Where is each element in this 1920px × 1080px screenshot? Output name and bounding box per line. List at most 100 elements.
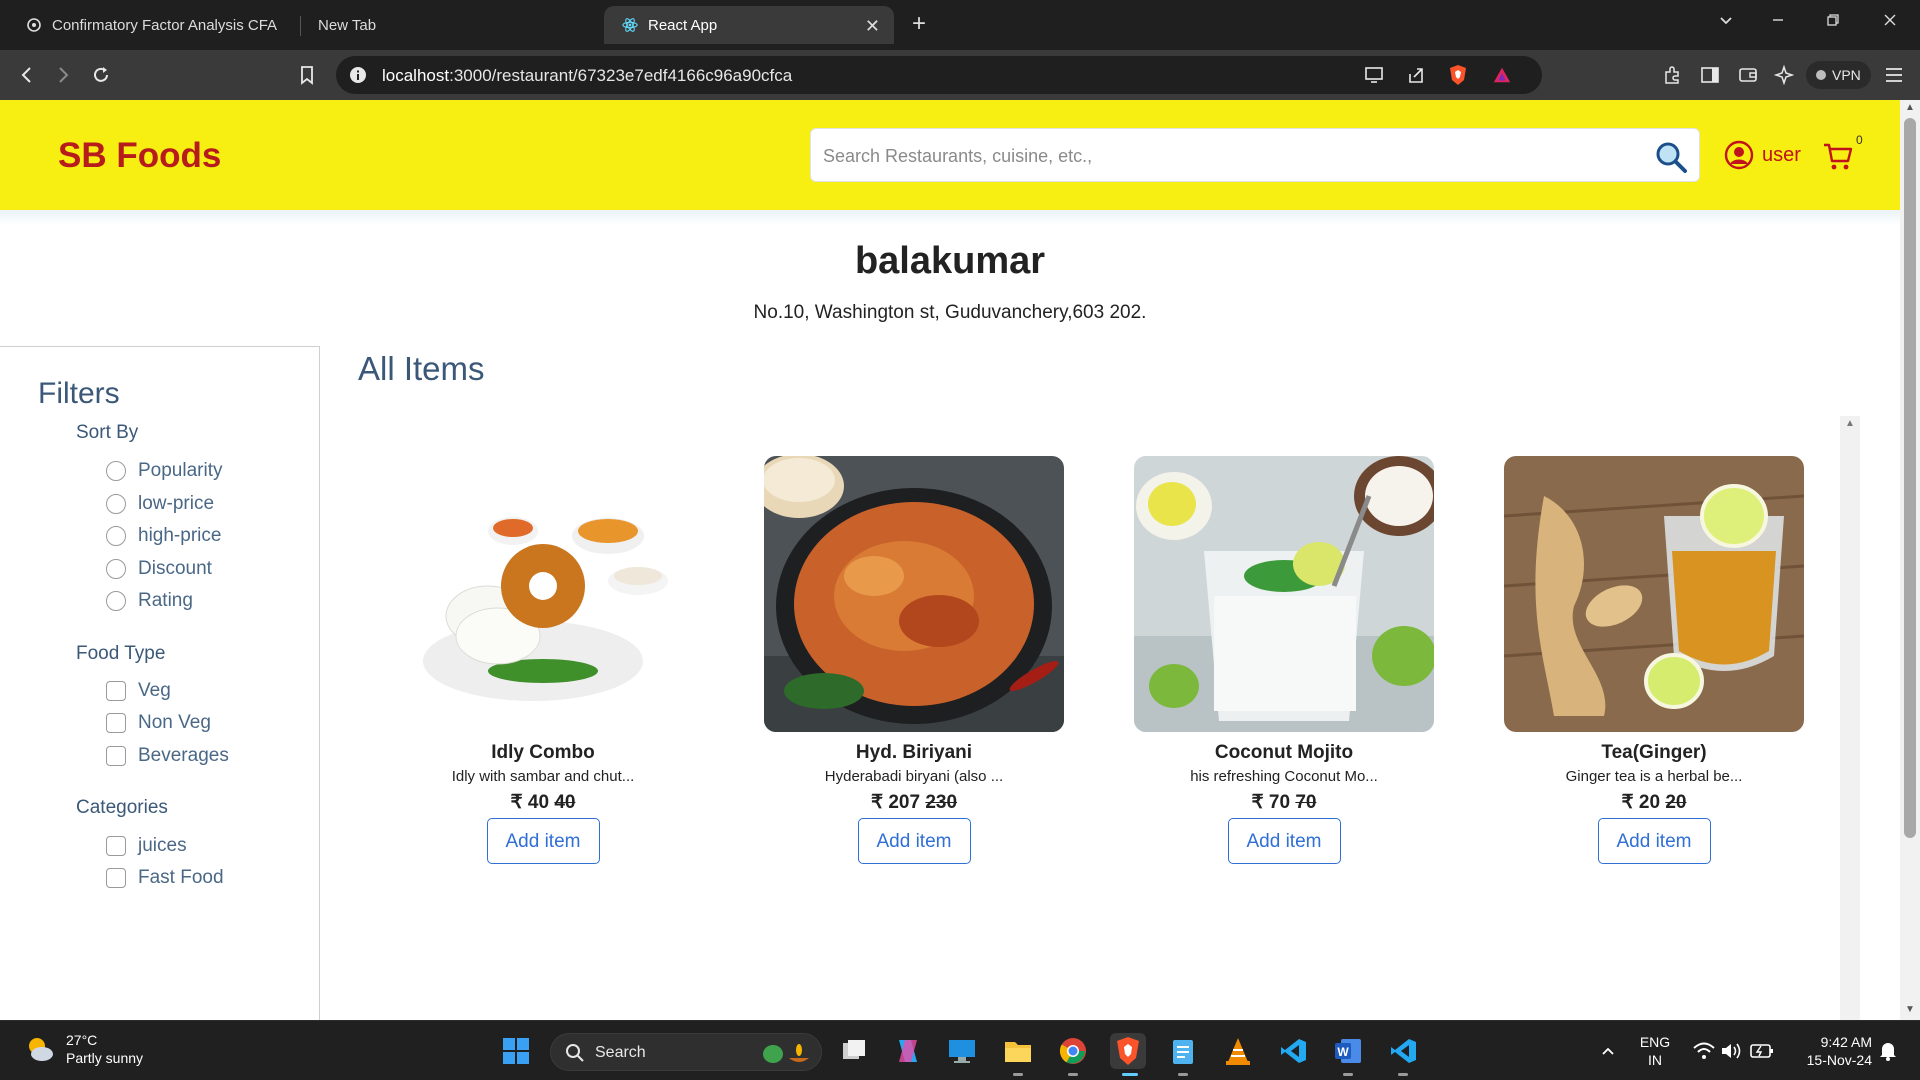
option-label: low-price: [138, 493, 215, 514]
radio-button[interactable]: [106, 526, 126, 546]
vpn-button[interactable]: VPN: [1806, 61, 1871, 89]
add-item-button[interactable]: Add item: [1227, 818, 1341, 864]
categories-label: Categories: [76, 797, 168, 818]
add-item-button[interactable]: Add item: [486, 818, 600, 864]
scroll-down-arrow-icon[interactable]: ▼: [1905, 1004, 1915, 1015]
user-label: user: [1762, 143, 1801, 166]
back-icon[interactable]: [14, 62, 40, 88]
brave-browser-icon[interactable]: [1110, 1033, 1146, 1069]
search-icon[interactable]: [1653, 139, 1689, 175]
restore-icon[interactable]: [1825, 12, 1841, 33]
restaurant-address: No.10, Washington st, Guduvanchery,603 2…: [753, 302, 1147, 323]
scroll-up-arrow-icon[interactable]: ▲: [1905, 102, 1915, 113]
partly-sunny-icon: [29, 1038, 53, 1061]
windows-start-icon[interactable]: [498, 1033, 534, 1069]
food-card: Idly Combo Idly with sambar and chut... …: [393, 456, 693, 864]
food-description: Hyderabadi biryani (also ...: [824, 768, 1004, 785]
battery-icon[interactable]: [1744, 1033, 1780, 1069]
notification-bell-icon[interactable]: [1870, 1033, 1906, 1069]
checkbox[interactable]: [106, 868, 126, 888]
food-type-veg[interactable]: Veg: [106, 679, 171, 703]
checkbox[interactable]: [106, 681, 126, 701]
bookmark-icon[interactable]: [294, 62, 320, 88]
search-input[interactable]: [823, 141, 1613, 171]
radio-button[interactable]: [106, 494, 126, 514]
sort-option-rating[interactable]: Rating: [106, 589, 193, 613]
tab-react-app[interactable]: React App ✕: [604, 6, 894, 44]
weather-widget[interactable]: 27°C Partly sunny: [24, 1031, 143, 1067]
vscode-icon[interactable]: [1385, 1033, 1421, 1069]
scroll-up-arrow-icon[interactable]: ▲: [1845, 418, 1855, 429]
option-label: Discount: [138, 558, 212, 579]
desktop-icon[interactable]: [944, 1033, 980, 1069]
sidebar-icon[interactable]: [1698, 63, 1722, 87]
forward-icon[interactable]: [50, 62, 76, 88]
checkbox[interactable]: [106, 746, 126, 766]
add-item-button[interactable]: Add item: [1597, 818, 1711, 864]
tab-search-chevron-icon[interactable]: [1718, 12, 1734, 33]
radio-button[interactable]: [106, 559, 126, 579]
wallet-icon[interactable]: [1736, 63, 1760, 87]
food-type-beverages[interactable]: Beverages: [106, 744, 229, 768]
checkbox[interactable]: [106, 836, 126, 856]
cast-icon[interactable]: [1364, 65, 1384, 85]
add-item-button[interactable]: Add item: [857, 818, 971, 864]
clock[interactable]: 9:42 AM 15-Nov-24: [1786, 1033, 1872, 1069]
chevron-up-icon[interactable]: [1590, 1033, 1626, 1069]
reload-icon[interactable]: [88, 62, 114, 88]
sort-option-popularity[interactable]: Popularity: [106, 459, 223, 483]
file-explorer-icon[interactable]: [1000, 1033, 1036, 1069]
restaurant-name: balakumar: [854, 240, 1046, 282]
minimize-icon[interactable]: [1770, 12, 1786, 33]
task-view-icon[interactable]: [836, 1033, 872, 1069]
running-indicator: [1013, 1073, 1023, 1076]
vpn-status-icon: [1816, 70, 1826, 80]
copilot-icon[interactable]: [890, 1033, 926, 1069]
radio-button[interactable]: [106, 461, 126, 481]
taskbar-search-box[interactable]: Search: [550, 1033, 822, 1071]
notepad-icon[interactable]: [1165, 1033, 1201, 1069]
share-icon[interactable]: [1406, 65, 1426, 85]
openai-icon: [26, 17, 42, 33]
vscode-icon[interactable]: [1275, 1033, 1311, 1069]
food-type-non-veg[interactable]: Non Veg: [106, 711, 211, 735]
items-scrollbar[interactable]: ▲: [1840, 416, 1860, 1020]
checkbox[interactable]: [106, 713, 126, 733]
filters-panel: Filters Sort By Popularity low-price hig…: [0, 346, 320, 1020]
page-scrollbar[interactable]: ▲ ▼: [1900, 100, 1920, 1020]
tab-cfa[interactable]: Confirmatory Factor Analysis CFA: [8, 6, 298, 44]
address-bar[interactable]: localhost:3000/restaurant/67323e7edf4166…: [336, 56, 1542, 94]
os-taskbar: 27°C Partly sunny Search W ENG IN 9:42 A…: [0, 1020, 1920, 1080]
sort-option-high-price[interactable]: high-price: [106, 524, 221, 548]
search-bar: [810, 128, 1700, 182]
vlc-icon[interactable]: [1220, 1033, 1256, 1069]
chrome-icon[interactable]: [1055, 1033, 1091, 1069]
cart-icon[interactable]: [1822, 140, 1854, 172]
category-fast-food[interactable]: Fast Food: [106, 866, 224, 890]
close-icon[interactable]: ✕: [865, 16, 880, 37]
category-juices[interactable]: juices: [106, 834, 187, 858]
language-indicator[interactable]: ENG IN: [1630, 1033, 1680, 1069]
tab-title: Confirmatory Factor Analysis CFA: [52, 16, 278, 34]
sort-option-low-price[interactable]: low-price: [106, 492, 214, 516]
leo-ai-icon[interactable]: [1772, 63, 1796, 87]
cart-count-badge: 0: [1856, 133, 1863, 147]
food-old-price: 20: [1665, 792, 1687, 813]
option-label: Non Veg: [138, 712, 211, 733]
menu-icon[interactable]: [1882, 63, 1906, 87]
brave-rewards-icon[interactable]: [1492, 65, 1512, 85]
window-close-icon[interactable]: [1882, 12, 1898, 33]
food-description: Ginger tea is a herbal be...: [1565, 768, 1743, 785]
scrollbar-thumb[interactable]: [1904, 118, 1916, 838]
word-icon[interactable]: W: [1330, 1033, 1366, 1069]
extensions-icon[interactable]: [1660, 63, 1684, 87]
new-tab-button[interactable]: +: [912, 10, 926, 38]
brand-logo[interactable]: SB Foods: [58, 136, 221, 176]
food-type-label: Food Type: [76, 643, 166, 664]
site-info-icon[interactable]: [348, 65, 368, 85]
user-profile-link[interactable]: user: [1724, 140, 1801, 170]
sort-option-discount[interactable]: Discount: [106, 557, 212, 581]
radio-button[interactable]: [106, 591, 126, 611]
brave-shield-icon[interactable]: [1448, 65, 1468, 85]
tab-new-tab[interactable]: New Tab: [300, 6, 590, 44]
